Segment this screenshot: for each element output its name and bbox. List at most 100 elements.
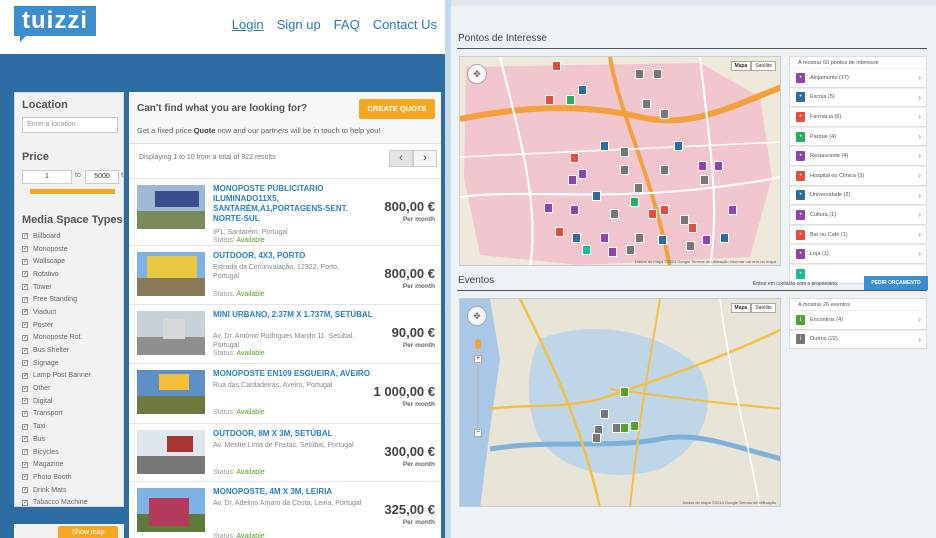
media-type-option[interactable]: ✓ Viaduct <box>22 306 91 319</box>
media-type-option[interactable]: ✓ Digital <box>22 395 91 408</box>
media-type-option[interactable]: ✓ Lamp Post Banner <box>22 370 91 383</box>
map-marker-icon[interactable] <box>566 95 575 105</box>
media-type-checkbox[interactable]: ✓ <box>22 398 28 405</box>
media-type-option[interactable]: ✓ Bus <box>22 433 91 446</box>
media-type-checkbox[interactable]: ✓ <box>22 461 28 468</box>
map-marker-icon[interactable] <box>658 235 667 245</box>
result-thumbnail[interactable] <box>137 252 205 296</box>
map-marker-icon[interactable] <box>653 69 662 79</box>
map-marker-icon[interactable] <box>544 203 553 213</box>
map-marker-icon[interactable] <box>635 233 644 243</box>
poi-category-item[interactable]: • Loja (1) › <box>789 244 927 264</box>
map-marker-icon[interactable] <box>674 141 683 151</box>
map-marker-icon[interactable] <box>648 209 657 219</box>
map-marker-icon[interactable] <box>578 169 587 179</box>
map-marker-icon[interactable] <box>620 387 629 397</box>
map-marker-icon[interactable] <box>620 423 629 433</box>
event-category-item[interactable]: i Encontros (4) › <box>789 310 927 330</box>
result-title[interactable]: OUTDOOR, 4X3, PORTO <box>213 251 373 261</box>
map-marker-icon[interactable] <box>700 175 709 185</box>
map-marker-icon[interactable] <box>660 205 669 215</box>
media-type-checkbox[interactable]: ✓ <box>22 296 28 303</box>
map-marker-icon[interactable] <box>568 175 577 185</box>
map-marker-icon[interactable] <box>660 165 669 175</box>
map-marker-icon[interactable] <box>582 245 591 255</box>
map-marker-icon[interactable] <box>600 233 609 243</box>
poi-category-item[interactable]: • Alojamento (17) › <box>789 68 927 88</box>
create-quote-button[interactable]: CREATE QUOTE <box>359 99 435 119</box>
media-type-option[interactable]: ✓ Photo Booth <box>22 471 91 484</box>
map-type-map[interactable]: Mapa <box>730 61 752 71</box>
faq-link[interactable]: FAQ <box>334 17 360 32</box>
map-marker-icon[interactable] <box>728 205 737 215</box>
next-page-button[interactable]: › <box>413 150 437 167</box>
map-marker-icon[interactable] <box>608 247 617 257</box>
result-thumbnail[interactable] <box>137 488 205 532</box>
media-type-checkbox[interactable]: ✓ <box>22 423 28 430</box>
map-marker-icon[interactable] <box>702 235 711 245</box>
result-row[interactable]: OUTDOOR, 8M X 3M, SETÚBAL Av. Mestre Lima… <box>129 423 441 481</box>
result-title[interactable]: MINI URBANO, 2.37M X 1.737M, SETÚBAL <box>213 310 373 320</box>
map-marker-icon[interactable] <box>660 109 669 119</box>
media-type-checkbox[interactable]: ✓ <box>22 258 28 265</box>
map-marker-icon[interactable] <box>545 95 554 105</box>
map-pan-control[interactable]: ✥ <box>467 64 487 84</box>
request-quote-button[interactable]: PEDIR ORÇAMENTO <box>864 276 928 290</box>
media-type-checkbox[interactable]: ✓ <box>22 372 28 379</box>
contact-us-link[interactable]: Contact Us <box>373 17 437 32</box>
show-map-button[interactable]: Show map <box>58 526 118 538</box>
media-type-checkbox[interactable]: ✓ <box>22 322 28 329</box>
map-marker-icon[interactable] <box>698 161 707 171</box>
price-range-slider[interactable] <box>30 189 115 194</box>
map-marker-icon[interactable] <box>592 433 601 443</box>
result-row[interactable]: MONOPOSTE PUBLICITARIO ILUMINADO11X5, SA… <box>129 178 441 245</box>
result-thumbnail[interactable] <box>137 430 205 474</box>
poi-category-item[interactable]: • Hospital ou Clínica (3) › <box>789 165 927 186</box>
media-type-checkbox[interactable]: ✓ <box>22 334 28 341</box>
login-link[interactable]: Login <box>232 17 264 32</box>
media-type-option[interactable]: ✓ Wallscape <box>22 255 91 268</box>
zoom-in-button[interactable]: + <box>474 355 482 363</box>
media-type-option[interactable]: ✓ Monoposte Rot. <box>22 332 91 345</box>
media-type-checkbox[interactable]: ✓ <box>22 309 28 316</box>
location-input[interactable]: Enter a location <box>22 117 118 133</box>
poi-category-item[interactable]: • Parque (4) › <box>789 126 927 147</box>
map-marker-icon[interactable] <box>630 421 639 431</box>
result-row[interactable]: MONOPOSTE EN109 ESGUEIRA, AVEIRO Rua das … <box>129 363 441 423</box>
media-type-option[interactable]: ✓ Taxi <box>22 420 91 433</box>
map-marker-icon[interactable] <box>634 183 643 193</box>
map-marker-icon[interactable] <box>642 99 651 109</box>
map-marker-icon[interactable] <box>592 191 601 201</box>
result-title[interactable]: MONOPOSTE, 4M X 3M, LEIRIA <box>213 487 373 497</box>
media-type-checkbox[interactable]: ✓ <box>22 360 28 367</box>
map-marker-icon[interactable] <box>635 69 644 79</box>
map-type-map[interactable]: Mapa <box>730 303 752 313</box>
events-map[interactable]: ✥ + − Mapa Satélite Dados do mapa ©2014 … <box>459 298 781 507</box>
media-type-option[interactable]: ✓ Other <box>22 382 91 395</box>
map-type-satellite[interactable]: Satélite <box>751 303 776 313</box>
result-row[interactable]: MINI URBANO, 2.37M X 1.737M, SETÚBAL Av. … <box>129 304 441 363</box>
poi-category-item[interactable]: • Universidade (2) › <box>789 185 927 206</box>
zoom-slider[interactable] <box>477 365 479 427</box>
result-title[interactable]: OUTDOOR, 8M X 3M, SETÚBAL <box>213 429 373 439</box>
poi-category-item[interactable]: • Cultura (1) › <box>789 205 927 225</box>
map-marker-icon[interactable] <box>688 223 697 233</box>
result-row[interactable]: OUTDOOR, 4X3, PORTO Estrada da Circunvala… <box>129 245 441 304</box>
media-type-option[interactable]: ✓ Billboard <box>22 230 91 243</box>
media-type-option[interactable]: ✓ Bicycles <box>22 446 91 459</box>
poi-map[interactable]: ✥ Mapa Satélite Dados do mapa ©2014 Goog… <box>459 56 781 266</box>
price-min-input[interactable]: 1 <box>22 170 72 184</box>
media-type-checkbox[interactable]: ✓ <box>22 385 28 392</box>
result-title[interactable]: MONOPOSTE PUBLICITARIO ILUMINADO11X5, SA… <box>213 184 373 224</box>
map-marker-icon[interactable] <box>600 141 609 151</box>
map-marker-icon[interactable] <box>600 409 609 419</box>
media-type-checkbox[interactable]: ✓ <box>22 436 28 443</box>
price-max-input[interactable]: 5000 <box>85 170 119 184</box>
event-category-item[interactable]: i Outros (22) › <box>789 329 927 350</box>
result-thumbnail[interactable] <box>137 370 205 414</box>
poi-category-item[interactable]: • Escola (5) › <box>789 87 927 108</box>
map-marker-icon[interactable] <box>552 61 561 71</box>
media-type-checkbox[interactable]: ✓ <box>22 449 28 456</box>
media-type-checkbox[interactable]: ✓ <box>22 487 28 494</box>
map-marker-icon[interactable] <box>626 245 635 255</box>
